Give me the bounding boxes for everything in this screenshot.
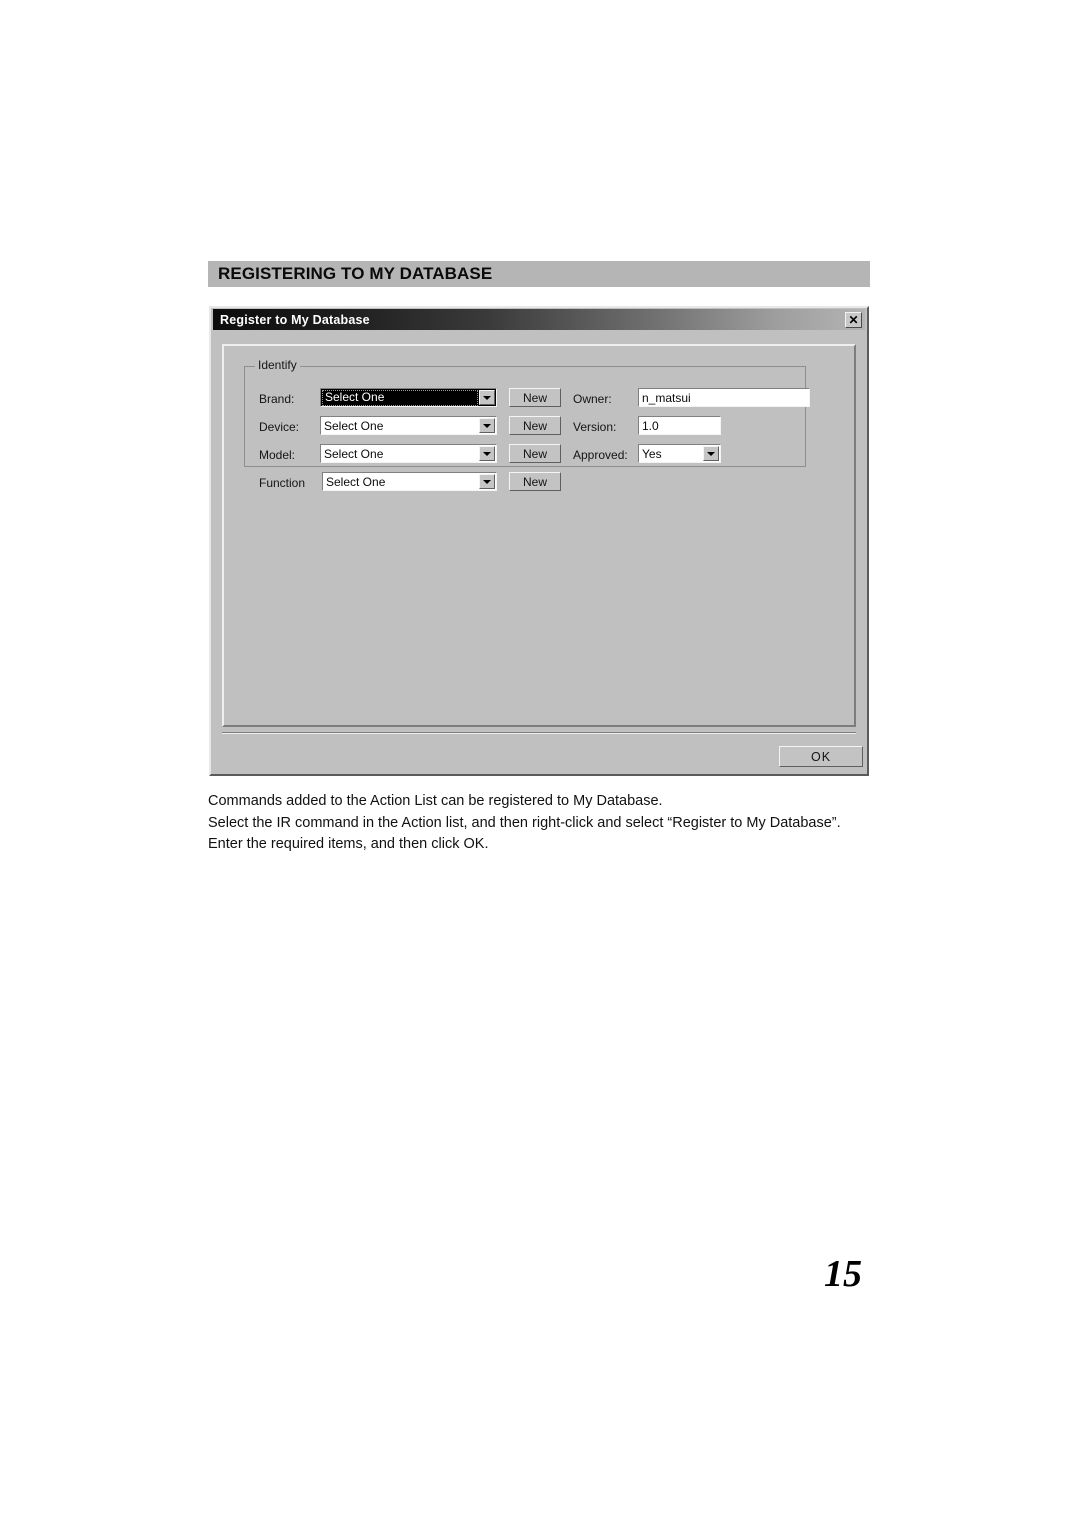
owner-label-row: Owner: [573,389,612,408]
device-label-row: Device: [259,417,299,436]
brand-label: Brand: [259,391,295,406]
device-label: Device: [259,419,300,434]
approved-label-row: Approved: [573,445,628,464]
function-combo[interactable]: Select One [322,472,497,491]
dialog-titlebar[interactable]: Register to My Database ✕ [213,309,865,330]
version-input[interactable]: 1.0 [638,416,721,435]
body-paragraph: Commands added to the Action List can be… [208,791,908,856]
version-label: Version: [573,419,617,434]
approved-combo-value: Yes [642,446,662,461]
model-new-button[interactable]: New [509,444,561,463]
version-label-row: Version: [573,417,616,436]
model-combo[interactable]: Select One [320,444,497,463]
approved-label: Approved: [573,447,628,462]
model-combo-value: Select One [324,446,384,461]
function-combo-value: Select One [326,474,386,489]
function-label: Function [259,475,306,490]
chevron-down-icon[interactable] [703,446,719,461]
device-new-button[interactable]: New [509,416,561,435]
chevron-down-icon[interactable] [479,446,495,461]
body-line-3: Enter the required items, and then click… [208,836,489,852]
body-line-2: Select the IR command in the Action list… [208,814,841,831]
dialog-title: Register to My Database [220,312,370,327]
dialog-footer-divider [222,732,856,734]
brand-combo[interactable]: Select One [320,388,497,407]
function-new-button[interactable]: New [509,472,561,491]
approved-combo[interactable]: Yes [638,444,721,463]
identify-groupbox-label: Identify [255,358,300,372]
device-combo[interactable]: Select One [320,416,497,435]
model-label-row: Model: [259,445,295,464]
register-to-my-database-dialog: Register to My Database ✕ Identify Brand… [209,306,869,776]
model-label: Model: [259,447,296,462]
close-icon[interactable]: ✕ [845,311,862,328]
owner-label: Owner: [573,391,612,406]
brand-label-row: Brand: [259,389,294,408]
function-label-row: Function [259,473,305,492]
body-line-1: Commands added to the Action List can be… [208,793,663,809]
ok-button[interactable]: OK [779,746,863,767]
page-title: REGISTERING TO MY DATABASE [218,264,493,283]
device-combo-value: Select One [324,418,384,433]
brand-combo-value: Select One [322,389,478,406]
chevron-down-icon[interactable] [479,474,495,489]
brand-new-button[interactable]: New [509,388,561,407]
chevron-down-icon[interactable] [479,418,495,433]
owner-input[interactable]: n_matsui [638,388,810,407]
chevron-down-icon[interactable] [479,390,495,405]
page-number: 15 [824,1253,862,1295]
section-heading-bar: REGISTERING TO MY DATABASE [208,261,870,287]
